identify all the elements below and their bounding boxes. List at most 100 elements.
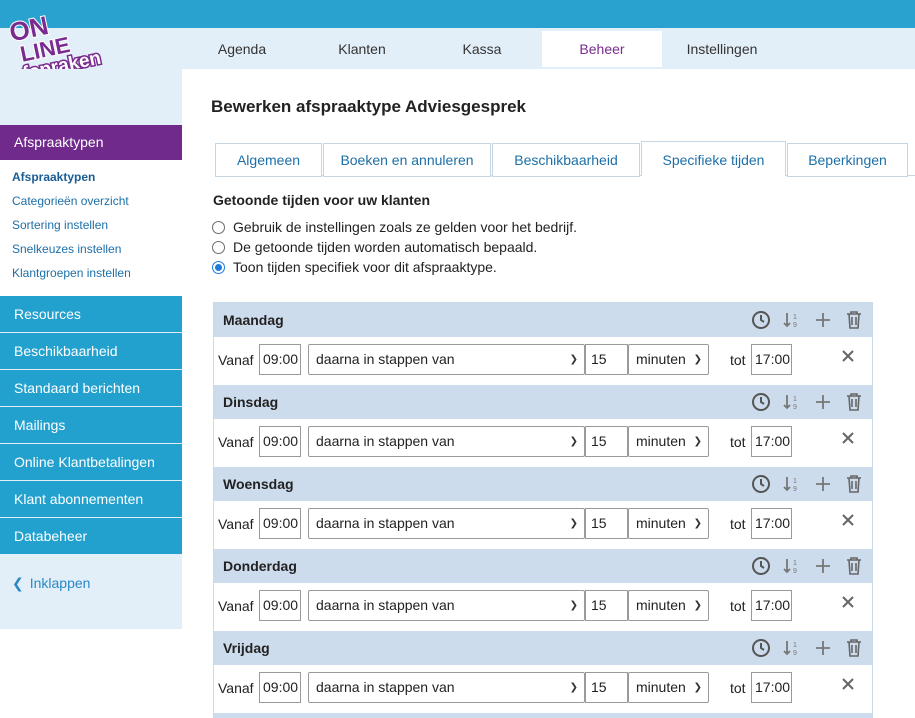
- end-time-input[interactable]: 17:00: [751, 590, 792, 621]
- start-time-input[interactable]: 09:00: [259, 426, 301, 457]
- sidebar-item-databeheer[interactable]: Databeheer: [0, 518, 182, 554]
- option-automatic[interactable]: De getoonde tijden worden automatisch be…: [212, 237, 577, 257]
- day-block: Dinsdag 19 Vanaf 09:00 daarna in stappen…: [214, 385, 872, 467]
- trash-icon[interactable]: [838, 552, 869, 580]
- option-company-settings[interactable]: Gebruik de instellingen zoals ze gelden …: [212, 217, 577, 237]
- radio-automatic[interactable]: [212, 240, 225, 254]
- clock-icon[interactable]: [745, 470, 776, 498]
- clock-icon[interactable]: [745, 634, 776, 662]
- day-block: Vrijdag 19 Vanaf 09:00 daarna in stappen…: [214, 631, 872, 713]
- end-time-input[interactable]: 17:00: [751, 508, 792, 539]
- step-input[interactable]: 15: [585, 590, 628, 621]
- sidebar-item-mailings[interactable]: Mailings: [0, 407, 182, 443]
- mode-select[interactable]: daarna in stappen van ❯: [308, 590, 585, 621]
- radio-specific[interactable]: [212, 260, 225, 274]
- clock-icon[interactable]: [745, 306, 776, 334]
- sidebar-item-klant-abonnementen[interactable]: Klant abonnementen: [0, 481, 182, 517]
- close-icon[interactable]: [841, 431, 857, 449]
- tab-specifieke-tijden[interactable]: Specifieke tijden: [641, 141, 786, 176]
- end-time-input[interactable]: 17:00: [751, 344, 792, 375]
- step-input[interactable]: 15: [585, 672, 628, 703]
- plus-icon[interactable]: [807, 470, 838, 498]
- radio-company-settings[interactable]: [212, 220, 225, 234]
- tab-algemeen[interactable]: Algemeen: [215, 143, 322, 177]
- option-label: De getoonde tijden worden automatisch be…: [233, 239, 538, 255]
- plus-icon[interactable]: [807, 306, 838, 334]
- close-icon[interactable]: [841, 677, 857, 695]
- unit-select[interactable]: minuten ❯: [628, 508, 709, 539]
- sort-icon[interactable]: 19: [776, 552, 807, 580]
- mode-value: daarna in stappen van: [316, 351, 455, 367]
- mode-select[interactable]: daarna in stappen van ❯: [308, 672, 585, 703]
- unit-select[interactable]: minuten ❯: [628, 672, 709, 703]
- mode-value: daarna in stappen van: [316, 515, 455, 531]
- main-nav: Agenda Klanten Kassa Beheer Instellingen: [182, 31, 782, 67]
- nav-tab-kassa[interactable]: Kassa: [422, 31, 542, 67]
- day-actions: 19: [745, 470, 869, 498]
- plus-icon[interactable]: [807, 552, 838, 580]
- chevron-down-icon: ❯: [693, 682, 702, 693]
- sidebar-item-resources[interactable]: Resources: [0, 296, 182, 332]
- trash-icon[interactable]: [838, 306, 869, 334]
- time-range-row: Vanaf 09:00 daarna in stappen van ❯ 15 mi…: [214, 501, 872, 549]
- sidebar-item-online-klantbetalingen[interactable]: Online Klantbetalingen: [0, 444, 182, 480]
- end-time-input[interactable]: 17:00: [751, 426, 792, 457]
- day-name: Maandag: [223, 312, 284, 328]
- step-input[interactable]: 15: [585, 426, 628, 457]
- sidebar-subitem-klantgroepen[interactable]: Klantgroepen instellen: [0, 261, 182, 285]
- close-icon[interactable]: [841, 595, 857, 613]
- day-actions: 19: [745, 552, 869, 580]
- close-icon[interactable]: [841, 513, 857, 531]
- start-time-input[interactable]: 09:00: [259, 344, 301, 375]
- sidebar-subitem-afspraaktypen[interactable]: Afspraaktypen: [0, 165, 182, 189]
- svg-text:9: 9: [793, 404, 797, 411]
- start-time-input[interactable]: 09:00: [259, 508, 301, 539]
- sidebar-subitem-sortering[interactable]: Sortering instellen: [0, 213, 182, 237]
- trash-icon[interactable]: [838, 470, 869, 498]
- sidebar-item-standaard-berichten[interactable]: Standaard berichten: [0, 370, 182, 406]
- plus-icon[interactable]: [807, 634, 838, 662]
- unit-select[interactable]: minuten ❯: [628, 344, 709, 375]
- svg-text:9: 9: [793, 650, 797, 657]
- trash-icon[interactable]: [838, 634, 869, 662]
- tab-boeken-annuleren[interactable]: Boeken en annuleren: [323, 143, 491, 177]
- from-label: Vanaf: [218, 352, 254, 368]
- sort-icon[interactable]: 19: [776, 634, 807, 662]
- sort-icon[interactable]: 19: [776, 306, 807, 334]
- nav-tab-agenda[interactable]: Agenda: [182, 31, 302, 67]
- sidebar-section-title[interactable]: Afspraaktypen: [0, 125, 182, 160]
- sort-icon[interactable]: 19: [776, 388, 807, 416]
- day-block: Maandag 19 Vanaf 09:00 daarna in stappen…: [214, 303, 872, 385]
- step-input[interactable]: 15: [585, 508, 628, 539]
- sidebar-subitem-categorieen[interactable]: Categorieën overzicht: [0, 189, 182, 213]
- nav-tab-beheer[interactable]: Beheer: [542, 31, 662, 67]
- day-name: Dinsdag: [223, 394, 279, 410]
- day-schedule-list: Maandag 19 Vanaf 09:00 daarna in stappen…: [213, 302, 873, 718]
- day-header: Dinsdag 19: [214, 385, 872, 419]
- nav-tab-instellingen[interactable]: Instellingen: [662, 31, 782, 67]
- clock-icon[interactable]: [745, 552, 776, 580]
- sidebar-collapse-link[interactable]: ❮ Inklappen: [12, 575, 90, 592]
- step-input[interactable]: 15: [585, 344, 628, 375]
- unit-select[interactable]: minuten ❯: [628, 590, 709, 621]
- start-time-input[interactable]: 09:00: [259, 590, 301, 621]
- close-icon[interactable]: [841, 349, 857, 367]
- mode-select[interactable]: daarna in stappen van ❯: [308, 508, 585, 539]
- sidebar-item-beschikbaarheid[interactable]: Beschikbaarheid: [0, 333, 182, 369]
- sidebar-subitem-snelkeuzes[interactable]: Snelkeuzes instellen: [0, 237, 182, 261]
- day-header: Maandag 19: [214, 303, 872, 337]
- tab-beperkingen[interactable]: Beperkingen: [787, 143, 908, 177]
- sort-icon[interactable]: 19: [776, 470, 807, 498]
- unit-select[interactable]: minuten ❯: [628, 426, 709, 457]
- clock-icon[interactable]: [745, 388, 776, 416]
- trash-icon[interactable]: [838, 388, 869, 416]
- mode-select[interactable]: daarna in stappen van ❯: [308, 426, 585, 457]
- page-title: Bewerken afspraaktype Adviesgesprek: [211, 97, 526, 116]
- nav-tab-klanten[interactable]: Klanten: [302, 31, 422, 67]
- mode-select[interactable]: daarna in stappen van ❯: [308, 344, 585, 375]
- tab-beschikbaarheid[interactable]: Beschikbaarheid: [492, 143, 640, 177]
- option-specific[interactable]: Toon tijden specifiek voor dit afspraakt…: [212, 257, 577, 277]
- plus-icon[interactable]: [807, 388, 838, 416]
- start-time-input[interactable]: 09:00: [259, 672, 301, 703]
- end-time-input[interactable]: 17:00: [751, 672, 792, 703]
